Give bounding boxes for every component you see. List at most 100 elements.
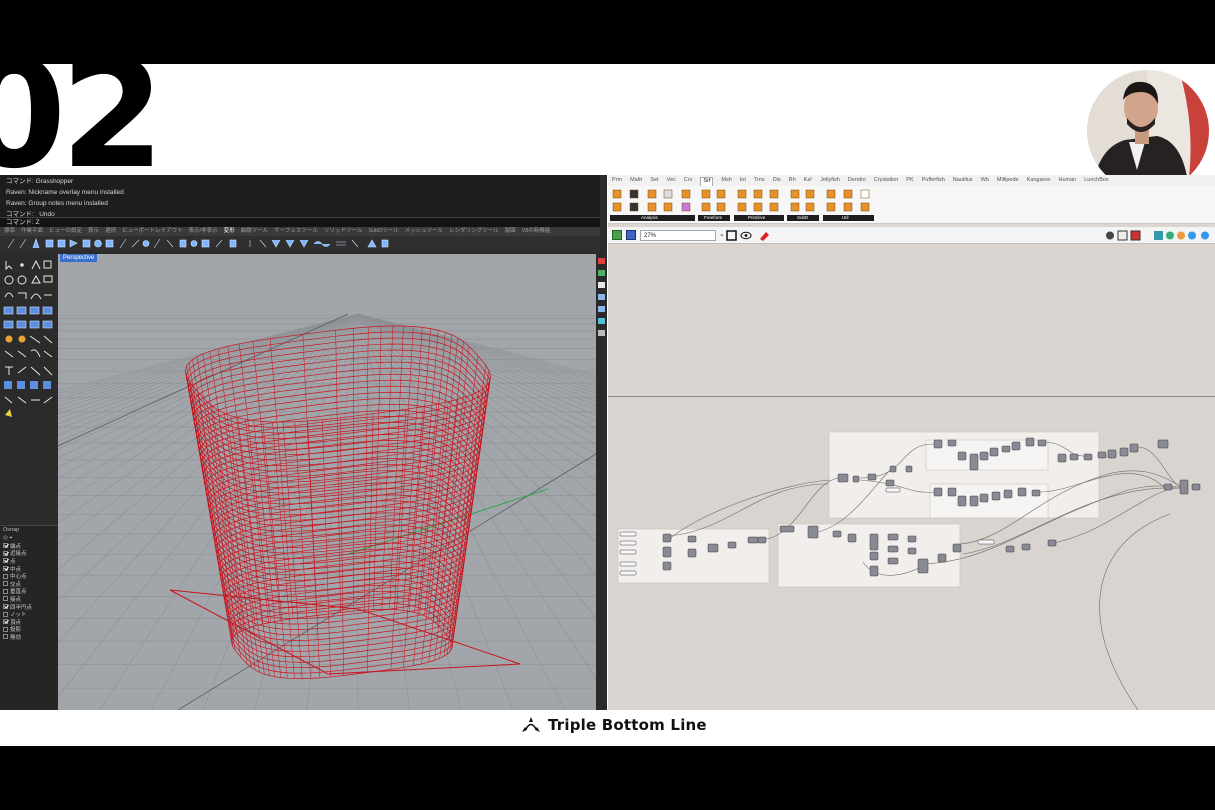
tool-palette[interactable]	[0, 255, 58, 527]
tab-curve-tools[interactable]: 曲線ツール	[241, 227, 269, 236]
gh-component-node[interactable]	[847, 533, 857, 543]
gh-component-node[interactable]	[1031, 489, 1041, 497]
gh-component-node[interactable]	[991, 491, 1001, 501]
gh-component-node[interactable]	[662, 561, 672, 571]
osnap-item-endpoint[interactable]: 端点	[0, 542, 58, 550]
tab-dis[interactable]: Dis	[773, 177, 781, 186]
zoom-field[interactable]: 27%	[640, 230, 716, 241]
tab-math[interactable]: Math	[630, 177, 642, 186]
gh-component-node[interactable]	[852, 475, 860, 483]
gh-component-node[interactable]	[687, 535, 697, 543]
gh-component-node[interactable]	[969, 495, 979, 507]
gh-component-node[interactable]	[779, 525, 795, 533]
tab-rh[interactable]: Rh	[789, 177, 796, 186]
gh-component-node[interactable]	[807, 525, 819, 539]
gh-component-node[interactable]	[1037, 439, 1047, 447]
gh-component-node[interactable]	[619, 531, 637, 537]
gh-component-node[interactable]	[957, 451, 967, 461]
checkbox[interactable]	[3, 558, 8, 564]
checkbox[interactable]	[3, 543, 8, 549]
checkbox[interactable]	[3, 626, 8, 632]
gh-component-node[interactable]	[1163, 483, 1173, 491]
tab-mesh-tools[interactable]: メッシュツール	[405, 227, 444, 236]
tab-srf[interactable]: Srf	[700, 177, 714, 186]
tab-pufferfish[interactable]: Pufferfish	[922, 177, 945, 186]
checkbox[interactable]	[3, 550, 8, 556]
tab-wb[interactable]: Wb	[981, 177, 989, 186]
tab-dendro[interactable]: Dendro	[848, 177, 866, 186]
gh-component-node[interactable]	[947, 487, 957, 497]
perspective-viewport[interactable]: Perspective	[58, 254, 596, 710]
tab-drafting[interactable]: 製図	[505, 227, 516, 236]
open-file-icon[interactable]	[612, 230, 622, 240]
osnap-item-point[interactable]: 点	[0, 557, 58, 565]
gh-component-node[interactable]	[969, 453, 979, 471]
gh-component-node[interactable]	[1047, 539, 1057, 547]
viewport-label[interactable]: Perspective	[60, 254, 98, 262]
gh-component-node[interactable]	[832, 530, 842, 538]
gh-component-node[interactable]	[1025, 437, 1035, 447]
gh-component-node[interactable]	[887, 545, 899, 553]
gh-component-node[interactable]	[1001, 445, 1011, 453]
node-graph[interactable]	[608, 244, 1215, 710]
osnap-item-knot[interactable]: ノット	[0, 610, 58, 618]
gh-component-node[interactable]	[867, 473, 877, 481]
toolbar-icons[interactable]	[0, 236, 600, 251]
gh-component-node[interactable]	[1083, 453, 1093, 461]
component-group[interactable]	[929, 483, 1049, 519]
gh-component-node[interactable]	[885, 479, 895, 487]
viewport-canvas[interactable]	[58, 254, 596, 710]
zoom-dropdown-icon[interactable]: ⌄	[719, 230, 725, 238]
tab-set[interactable]: Set	[650, 177, 658, 186]
tab-prm[interactable]: Prm	[612, 177, 622, 186]
gh-component-node[interactable]	[933, 439, 943, 449]
view-tools[interactable]	[726, 229, 776, 242]
tab-render-tools[interactable]: レンダリングツール	[449, 227, 499, 236]
tab-nautilus[interactable]: Nautilus	[953, 177, 973, 186]
gh-component-node[interactable]	[687, 548, 697, 558]
gh-component-node[interactable]	[1011, 441, 1021, 451]
tab-set-view[interactable]: ビューの設定	[49, 227, 82, 236]
gh-component-node[interactable]	[907, 547, 917, 555]
gh-component-node[interactable]	[869, 533, 879, 551]
gh-component-node[interactable]	[1129, 443, 1139, 453]
checkbox[interactable]	[3, 619, 8, 625]
checkbox[interactable]	[3, 581, 8, 587]
gh-component-node[interactable]	[619, 561, 637, 567]
checkbox[interactable]	[3, 573, 8, 579]
tab-viewport-layout[interactable]: ビューポートレイアウト	[122, 227, 183, 236]
gh-component-node[interactable]	[933, 487, 943, 497]
gh-component-node[interactable]	[869, 565, 879, 577]
gh-component-node[interactable]	[1157, 439, 1169, 449]
gh-component-node[interactable]	[1021, 543, 1031, 551]
gh-component-node[interactable]	[917, 558, 929, 574]
checkbox[interactable]	[3, 604, 8, 610]
osnap-item-project[interactable]: 投影	[0, 626, 58, 633]
tab-human[interactable]: Human	[1058, 177, 1076, 186]
gh-component-node[interactable]	[889, 465, 897, 473]
osnap-item-quadrant[interactable]: 四半円点	[0, 603, 58, 611]
gh-component-node[interactable]	[977, 539, 995, 545]
gh-component-node[interactable]	[869, 551, 879, 561]
tab-msh[interactable]: Msh	[721, 177, 731, 186]
tab-ka2[interactable]: Ka²	[804, 177, 813, 186]
osnap-item-vertex[interactable]: 頂点	[0, 618, 58, 626]
gh-component-node[interactable]	[979, 493, 989, 503]
gh-component-node[interactable]	[727, 541, 737, 549]
gh-component-node[interactable]	[907, 535, 917, 543]
tab-vec[interactable]: Vec	[667, 177, 676, 186]
gh-canvas[interactable]	[608, 244, 1215, 710]
tab-solid-tools[interactable]: ソリッドツール	[324, 227, 363, 236]
gh-component-node[interactable]	[887, 557, 899, 565]
gh-component-node[interactable]	[947, 439, 957, 447]
osnap-item-near[interactable]: 近接点	[0, 550, 58, 557]
osnap-item-center[interactable]: 中心点	[0, 572, 58, 580]
gh-component-node[interactable]	[905, 465, 913, 473]
checkbox[interactable]	[3, 634, 8, 640]
tab-surface-tools[interactable]: サーフェスツール	[274, 227, 318, 236]
panel-icons[interactable]	[596, 254, 607, 344]
gh-component-node[interactable]	[979, 451, 989, 461]
gh-component-node[interactable]	[1069, 453, 1079, 461]
save-icon[interactable]	[626, 230, 636, 240]
gh-component-node[interactable]	[1191, 483, 1201, 491]
